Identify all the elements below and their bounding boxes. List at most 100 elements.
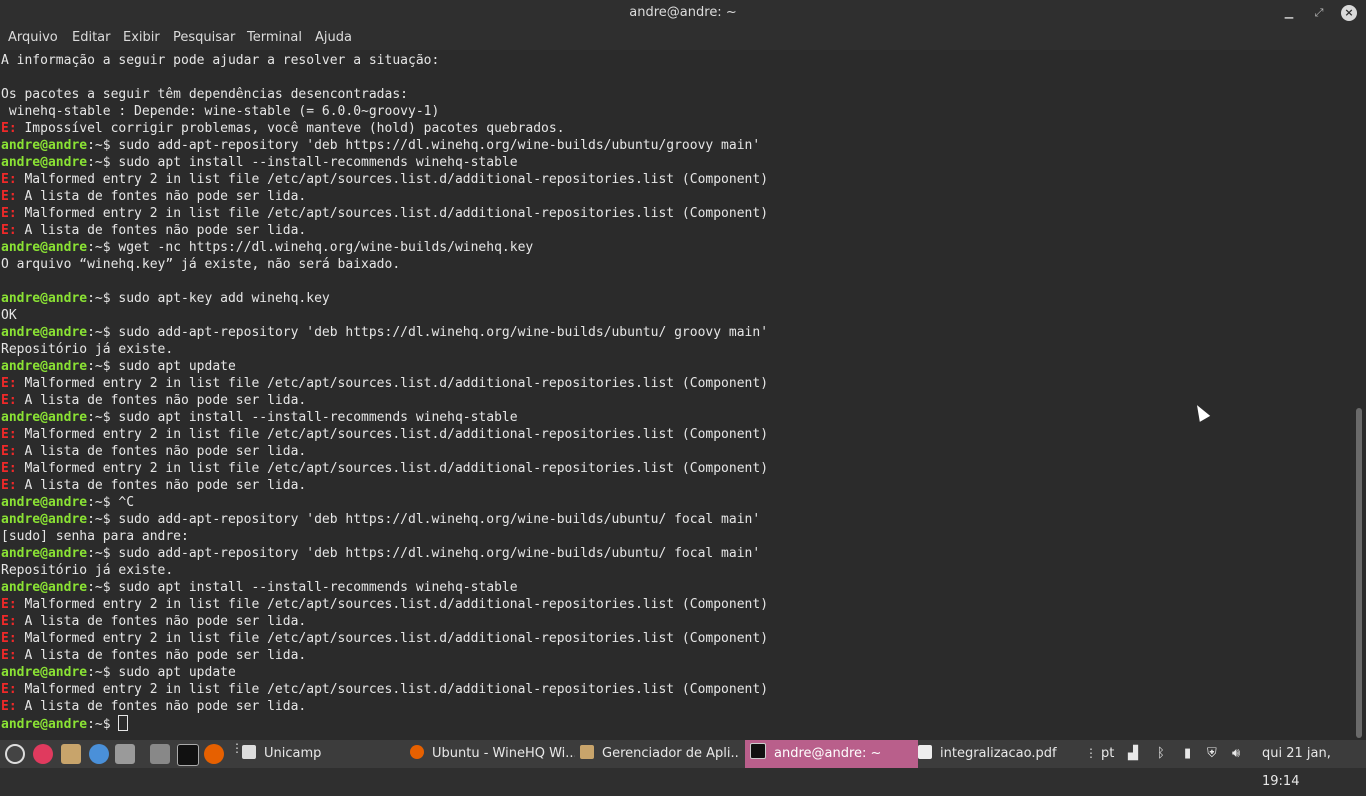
error-label: E: [1, 206, 17, 221]
terminal-output[interactable]: A informação a seguir pode ajudar a reso… [0, 50, 1352, 740]
terminal-line: andre@andre:~$ sudo add-apt-repository '… [0, 511, 1352, 528]
prompt-user: andre@andre [1, 240, 88, 255]
command-text: sudo add-apt-repository 'deb https://dl.… [110, 325, 769, 340]
terminal-line: andre@andre:~$ sudo add-apt-repository '… [0, 137, 1352, 154]
error-label: E: [1, 189, 17, 204]
more-options-icon[interactable]: ⋮ [231, 742, 243, 762]
error-label: E: [1, 393, 17, 408]
terminal-scrollbar[interactable] [1352, 50, 1366, 740]
terminal-line: [sudo] senha para andre: [0, 528, 1352, 545]
error-label: E: [1, 427, 17, 442]
menu-editar[interactable]: Editar [72, 30, 111, 45]
error-label: E: [1, 223, 17, 238]
taskbar-window-terminal[interactable]: andre@andre: ~ [745, 740, 918, 768]
terminal-line: E: Malformed entry 2 in list file /etc/a… [0, 171, 1352, 188]
terminal-line: andre@andre:~$ [0, 715, 1352, 732]
taskbar-window-pdf[interactable]: integralizacao.pdf [918, 740, 1068, 768]
files-icon[interactable] [115, 744, 135, 764]
error-label: E: [1, 597, 17, 612]
prompt-user: andre@andre [1, 291, 88, 306]
command-text: sudo apt-key add winehq.key [110, 291, 330, 306]
error-label: E: [1, 614, 17, 629]
error-label: E: [1, 444, 17, 459]
prompt-user: andre@andre [1, 155, 88, 170]
command-text: sudo apt update [110, 665, 236, 680]
command-text [111, 717, 119, 732]
update-shield-icon[interactable]: ⛨ [1207, 740, 1227, 768]
scrollbar-thumb[interactable] [1356, 408, 1362, 738]
network-icon[interactable]: ▟ [1128, 740, 1144, 768]
error-label: E: [1, 699, 17, 714]
prompt-path: :~$ [87, 138, 111, 153]
taskbar-window-firefox[interactable]: Ubuntu - WineHQ Wi... [410, 740, 575, 768]
command-text: sudo apt install --install-recommends wi… [110, 410, 518, 425]
command-text: sudo apt update [110, 359, 236, 374]
command-text: sudo apt install --install-recommends wi… [110, 155, 518, 170]
output-text: Repositório já existe. [1, 563, 174, 578]
bluetooth-icon[interactable]: ᛒ [1157, 740, 1173, 768]
menu-ajuda[interactable]: Ajuda [315, 30, 352, 45]
terminal-line: E: A lista de fontes não pode ser lida. [0, 647, 1352, 664]
archive-manager-icon[interactable] [61, 744, 81, 764]
error-label: E: [1, 376, 17, 391]
package-manager-icon [580, 745, 594, 759]
error-text: A lista de fontes não pode ser lida. [16, 614, 307, 629]
terminal-line: O arquivo “winehq.key” já existe, não se… [0, 256, 1352, 273]
output-text: OK [1, 308, 17, 323]
window-titlebar[interactable]: andre@andre: ~ ▁ ⤢ × [0, 0, 1366, 26]
prompt-path: :~$ [87, 546, 111, 561]
output-text: Os pacotes a seguir têm dependências des… [1, 87, 408, 102]
menu-bar: Arquivo Editar Exibir Pesquisar Terminal… [0, 26, 1366, 50]
menu-exibir[interactable]: Exibir [123, 30, 160, 45]
command-text: sudo apt install --install-recommends wi… [110, 580, 518, 595]
close-icon[interactable]: × [1341, 5, 1357, 21]
output-text: [sudo] senha para andre: [1, 529, 189, 544]
menu-terminal[interactable]: Terminal [247, 30, 302, 45]
menu-arquivo[interactable]: Arquivo [8, 30, 58, 45]
tray-more-icon[interactable]: ⋮ [1085, 746, 1097, 760]
error-text: Malformed entry 2 in list file /etc/apt/… [16, 206, 769, 221]
error-text: A lista de fontes não pode ser lida. [16, 699, 307, 714]
error-text: Malformed entry 2 in list file /etc/apt/… [16, 461, 769, 476]
virtualbox-icon[interactable] [150, 744, 170, 764]
terminal-line: Repositório já existe. [0, 562, 1352, 579]
prompt-path: :~$ [87, 580, 111, 595]
firefox-launcher-icon[interactable] [204, 744, 224, 764]
places-folder[interactable]: Unicamp [242, 740, 392, 768]
error-text: A lista de fontes não pode ser lida. [16, 648, 307, 663]
maximize-icon[interactable]: ⤢ [1311, 5, 1327, 21]
error-label: E: [1, 478, 17, 493]
prompt-user: andre@andre [1, 359, 88, 374]
window-label: Gerenciador de Apli... [602, 746, 740, 761]
app-launcher-icon[interactable] [33, 744, 53, 764]
prompt-user: andre@andre [1, 665, 88, 680]
battery-icon[interactable]: ▮ [1184, 740, 1198, 768]
command-text: wget -nc https://dl.winehq.org/wine-buil… [110, 240, 534, 255]
mint-menu-icon[interactable] [5, 744, 25, 764]
terminal-line: andre@andre:~$ sudo apt update [0, 358, 1352, 375]
menu-pesquisar[interactable]: Pesquisar [173, 30, 235, 45]
keyboard-layout[interactable]: pt [1101, 740, 1114, 768]
clock[interactable]: qui 21 jan, 19:14 [1262, 740, 1366, 789]
terminal-line: E: A lista de fontes não pode ser lida. [0, 222, 1352, 239]
error-text: Malformed entry 2 in list file /etc/apt/… [16, 172, 769, 187]
terminal-line: winehq-stable : Depende: wine-stable (= … [0, 103, 1352, 120]
prompt-path: :~$ [87, 717, 111, 732]
taskbar-window-package-manager[interactable]: Gerenciador de Apli... [580, 740, 740, 768]
window-label: andre@andre: ~ [774, 746, 882, 761]
prompt-path: :~$ [87, 155, 111, 170]
terminal-line: E: A lista de fontes não pode ser lida. [0, 188, 1352, 205]
firefox-icon [410, 745, 424, 759]
minimize-icon[interactable]: ▁ [1281, 5, 1297, 21]
terminal-line: Repositório já existe. [0, 341, 1352, 358]
error-text: Malformed entry 2 in list file /etc/apt/… [16, 376, 769, 391]
thunderbird-icon[interactable] [89, 744, 109, 764]
text-cursor [118, 715, 129, 731]
error-label: E: [1, 682, 17, 697]
places-label: Unicamp [264, 746, 322, 761]
window-label: integralizacao.pdf [940, 746, 1057, 761]
terminal-line: E: A lista de fontes não pode ser lida. [0, 392, 1352, 409]
volume-icon[interactable]: 🔊︎ [1232, 740, 1252, 768]
terminal-launcher-icon[interactable] [177, 744, 199, 766]
